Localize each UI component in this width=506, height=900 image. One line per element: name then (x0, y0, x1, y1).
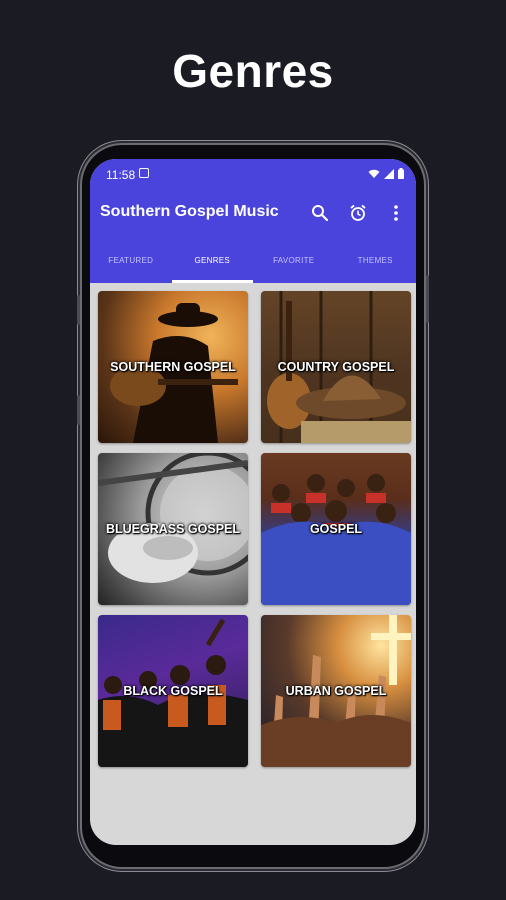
genre-label: BLUEGRASS GOSPEL (105, 522, 241, 536)
phone-frame: 11:58 Southern Gospel Music FEATURED GEN… (77, 145, 429, 867)
side-button (77, 295, 80, 325)
phone-screen: 11:58 Southern Gospel Music FEATURED GEN… (90, 159, 416, 845)
genre-label: URBAN GOSPEL (285, 684, 387, 698)
genre-label: BLACK GOSPEL (123, 684, 223, 698)
status-time: 11:58 (106, 168, 136, 182)
more-vert-icon[interactable] (384, 201, 408, 225)
app-title: Southern Gospel Music (100, 203, 279, 220)
tab-genres[interactable]: GENRES (171, 239, 254, 283)
genre-card-black-gospel[interactable]: BLACK GOSPEL (98, 615, 248, 767)
tab-themes[interactable]: THEMES (335, 239, 417, 283)
promo-headline: Genres (172, 45, 334, 97)
image-icon (139, 168, 149, 178)
signal-icon (384, 168, 394, 182)
tab-bar: FEATURED GENRES FAVORITE THEMES (90, 239, 416, 283)
genre-card-southern-gospel[interactable]: SOUTHERN GOSPEL (98, 291, 248, 443)
status-bar: 11:58 (90, 159, 416, 189)
side-button-2 (77, 395, 80, 425)
tab-favorite[interactable]: FAVORITE (253, 239, 335, 283)
genre-label: GOSPEL (309, 522, 363, 536)
genre-card-urban-gospel[interactable]: URBAN GOSPEL (261, 615, 411, 767)
search-icon[interactable] (308, 201, 332, 225)
genre-label: COUNTRY GOSPEL (277, 360, 395, 374)
app-bar: Southern Gospel Music (90, 189, 416, 239)
wifi-icon (368, 168, 380, 182)
genre-label: SOUTHERN GOSPEL (110, 360, 236, 374)
genre-card-gospel[interactable]: GOSPEL (261, 453, 411, 605)
volume-button (426, 275, 429, 323)
tab-featured[interactable]: FEATURED (90, 239, 172, 283)
genre-card-country-gospel[interactable]: COUNTRY GOSPEL (261, 291, 411, 443)
genre-grid: SOUTHERN GOSPEL COUNTRY GOSPEL BLUEGRASS… (98, 291, 411, 767)
battery-icon (398, 168, 404, 182)
alarm-icon[interactable] (346, 201, 370, 225)
genre-card-bluegrass-gospel[interactable]: BLUEGRASS GOSPEL (98, 453, 248, 605)
